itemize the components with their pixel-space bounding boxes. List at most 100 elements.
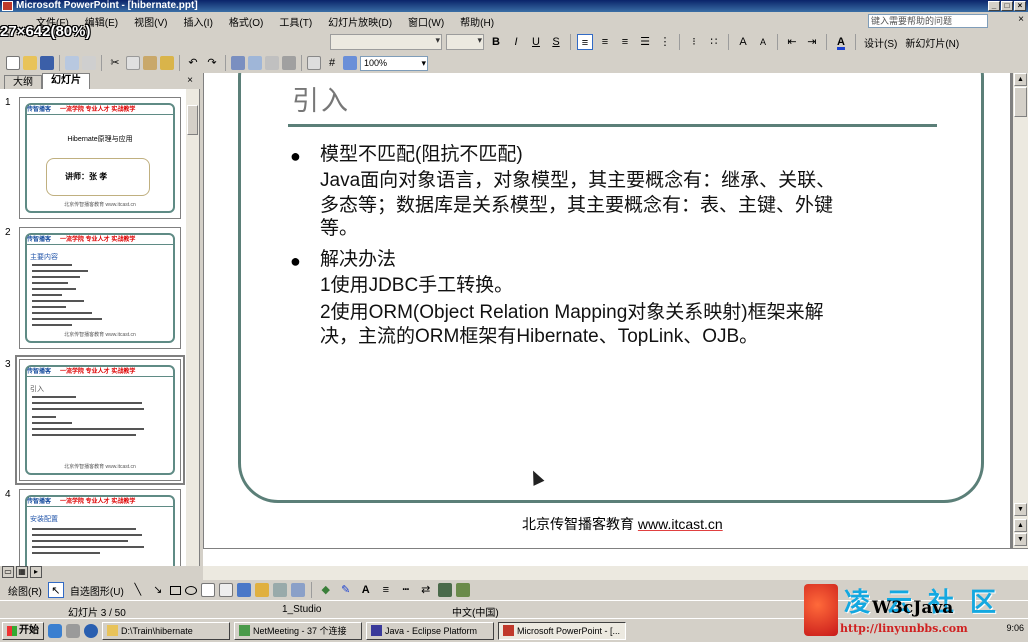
previous-slide-icon[interactable]: ▲: [1014, 519, 1027, 532]
ie-icon[interactable]: [48, 623, 62, 638]
wordart-icon[interactable]: [236, 583, 251, 597]
menu-window[interactable]: 窗口(W): [400, 14, 452, 29]
bullet-1-line-1[interactable]: Java面向对象语言，对象模型，其主要概念有：继承、关联、: [320, 169, 835, 193]
table-icon[interactable]: [248, 56, 262, 70]
bullet-1-line-2[interactable]: 多态等；数据库是关系模型，其主要概念有：表、主键、外键: [320, 194, 833, 218]
decrease-font-icon[interactable]: A: [755, 34, 771, 50]
thumbnail-scrollbar[interactable]: [186, 89, 199, 566]
maximize-button[interactable]: □: [1001, 1, 1013, 11]
task-powerpoint[interactable]: Microsoft PowerPoint - [...: [498, 621, 626, 640]
slide-thumbnail-4[interactable]: 传智播客 一流学院 专业人才 实战教学 安装配置: [19, 489, 181, 566]
diagram-icon[interactable]: [254, 583, 269, 597]
font-color-icon[interactable]: A: [358, 582, 374, 598]
cut-icon[interactable]: ✂: [107, 55, 123, 71]
task-explorer[interactable]: D:\Train\hibernate: [102, 621, 230, 640]
powerpoint-app-icon[interactable]: [2, 1, 13, 11]
color-grayscale-icon[interactable]: [343, 56, 357, 70]
scrollbar-thumb[interactable]: [1014, 87, 1027, 117]
pane-close-icon[interactable]: ×: [187, 75, 193, 86]
menu-insert[interactable]: 插入(I): [175, 14, 220, 29]
close-button[interactable]: ×: [1014, 1, 1026, 11]
line-icon[interactable]: ╲: [130, 582, 146, 598]
3d-style-icon[interactable]: [455, 583, 470, 597]
grid-icon[interactable]: #: [324, 55, 340, 71]
draw-menu-button[interactable]: 绘图(R): [6, 583, 44, 598]
increase-font-icon[interactable]: A: [735, 34, 751, 50]
scroll-down-icon[interactable]: ▼: [1014, 503, 1027, 516]
align-center-icon[interactable]: ≡: [597, 34, 613, 50]
spelling-icon[interactable]: [82, 56, 96, 70]
browser-icon[interactable]: [84, 623, 98, 638]
menu-format[interactable]: 格式(O): [221, 14, 271, 29]
scroll-up-icon[interactable]: ▲: [1014, 73, 1027, 86]
font-name-combo[interactable]: [330, 34, 442, 50]
start-button[interactable]: 开始: [2, 621, 44, 640]
bullet-2-line-1[interactable]: 1使用JDBC手工转换。: [320, 274, 513, 298]
help-search-input[interactable]: 键入需要帮助的问题: [868, 14, 988, 28]
format-painter-icon[interactable]: [160, 56, 174, 70]
arrow-icon[interactable]: ↘: [150, 582, 166, 598]
bullets-icon[interactable]: ∷: [706, 34, 722, 50]
shadow-style-icon[interactable]: [437, 583, 452, 597]
line-style-icon[interactable]: ≡: [378, 582, 394, 598]
underline-button[interactable]: U: [528, 34, 544, 50]
slide-sorter-icon[interactable]: ▦: [16, 566, 28, 578]
scrollbar-thumb[interactable]: [187, 105, 198, 135]
document-close-button[interactable]: ×: [1018, 14, 1024, 25]
new-slide-button[interactable]: 新幻灯片(N): [903, 35, 961, 50]
menu-help[interactable]: 帮助(H): [452, 14, 502, 29]
tab-outline[interactable]: 大纲: [4, 75, 42, 89]
bullet-2-line-3[interactable]: 决，主流的ORM框架有Hibernate、TopLink、OJB。: [320, 325, 758, 349]
slide-thumbnail-1[interactable]: 传智播客 一流学院 专业人才 实战教学 Hibernate原理与应用 讲师：张 …: [19, 97, 181, 219]
minimize-button[interactable]: _: [988, 1, 1000, 11]
rectangle-icon[interactable]: [169, 585, 181, 595]
align-left-icon[interactable]: ≡: [577, 34, 593, 50]
undo-icon[interactable]: ↶: [185, 55, 201, 71]
arrow-style-icon[interactable]: ⇄: [418, 582, 434, 598]
print-icon[interactable]: [65, 56, 79, 70]
italic-button[interactable]: I: [508, 34, 524, 50]
dash-style-icon[interactable]: ┅: [398, 582, 414, 598]
font-color-button[interactable]: A: [833, 34, 849, 50]
current-slide[interactable]: 引入 ● 模型不匹配(阻抗不匹配) Java面向对象语言，对象模型，其主要概念有…: [204, 73, 1010, 548]
line-color-icon[interactable]: ✎: [338, 582, 354, 598]
bullet-heading-1[interactable]: 模型不匹配(阻抗不匹配): [320, 143, 523, 167]
slide-thumbnail-2[interactable]: 传智播客 一流学院 专业人才 实战教学 主要内容 北京传智播客教育 www.it…: [19, 227, 181, 349]
tables-borders-icon[interactable]: [265, 56, 279, 70]
autoshapes-button[interactable]: 自选图形(U): [68, 583, 126, 598]
slide-title[interactable]: 引入: [292, 79, 350, 118]
normal-view-icon[interactable]: ▭: [2, 566, 14, 578]
fill-color-icon[interactable]: ◆: [318, 582, 334, 598]
save-icon[interactable]: [40, 56, 54, 70]
clipart-icon[interactable]: [272, 583, 287, 597]
tab-slides[interactable]: 幻灯片: [42, 73, 90, 89]
menu-tools[interactable]: 工具(T): [271, 14, 320, 29]
select-arrow-icon[interactable]: ↖: [47, 582, 64, 598]
shadow-button[interactable]: S: [548, 34, 564, 50]
zoom-combo[interactable]: 100%: [360, 55, 428, 71]
justify-icon[interactable]: ☰: [637, 34, 653, 50]
align-right-icon[interactable]: ≡: [617, 34, 633, 50]
vertical-textbox-icon[interactable]: [218, 583, 233, 597]
decrease-indent-icon[interactable]: ⇤: [784, 34, 800, 50]
menu-slideshow[interactable]: 幻灯片放映(D): [320, 14, 400, 29]
menu-view[interactable]: 视图(V): [126, 14, 175, 29]
slide-thumbnail-3[interactable]: 传智播客 一流学院 专业人才 实战教学 引入 北京传智播客教育 www.itca…: [15, 355, 185, 485]
distribute-icon[interactable]: ⋮: [657, 34, 673, 50]
paste-icon[interactable]: [143, 56, 157, 70]
expand-icon[interactable]: [307, 56, 321, 70]
textbox-icon[interactable]: [200, 583, 215, 597]
bullet-1-line-3[interactable]: 等。: [320, 217, 358, 241]
redo-icon[interactable]: ↷: [204, 55, 220, 71]
next-slide-icon[interactable]: ▼: [1014, 533, 1027, 546]
desktop-icon[interactable]: [66, 623, 80, 638]
bold-button[interactable]: B: [488, 34, 504, 50]
bullet-2-line-2[interactable]: 2使用ORM(Object Relation Mapping对象关系映射)框架来…: [320, 301, 824, 325]
task-netmeeting[interactable]: NetMeeting - 37 个连接: [234, 621, 362, 640]
font-size-combo[interactable]: [446, 34, 484, 50]
slideshow-icon[interactable]: ▸: [30, 566, 42, 578]
oval-icon[interactable]: [184, 585, 197, 595]
new-icon[interactable]: [6, 56, 20, 70]
open-icon[interactable]: [23, 56, 37, 70]
increase-indent-icon[interactable]: ⇥: [804, 34, 820, 50]
